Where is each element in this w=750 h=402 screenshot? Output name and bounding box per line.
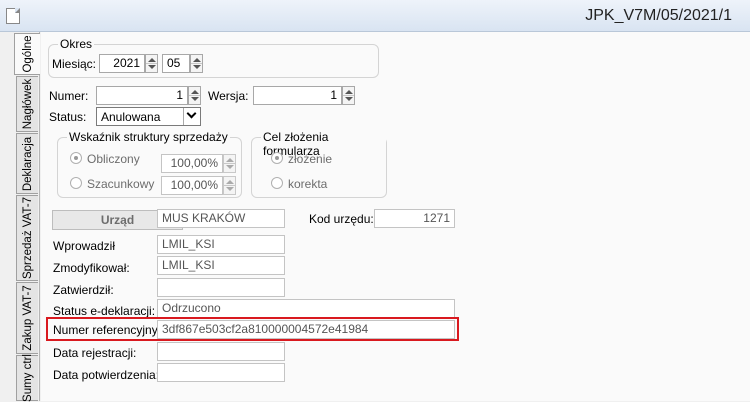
wersja-stepper[interactable] <box>342 86 355 105</box>
data-rejestracji-label: Data rejestracji: <box>53 346 137 360</box>
down-arrow-icon <box>345 97 353 101</box>
data-rejestracji-field <box>157 342 285 361</box>
down-arrow-icon <box>148 65 156 69</box>
up-arrow-icon <box>148 58 156 62</box>
numer-referencyjny-field: 3df867e503cf2a810000004572e41984 <box>157 320 455 339</box>
obliczony-radio[interactable] <box>70 152 82 164</box>
kod-urzedu-field: 1271 <box>374 209 455 228</box>
up-arrow-icon <box>345 90 353 94</box>
korekta-radio[interactable] <box>271 177 283 189</box>
up-arrow-icon <box>193 58 201 62</box>
status-select[interactable]: Anulowana <box>96 107 201 126</box>
szacunkowy-radio[interactable] <box>70 177 82 189</box>
form-content: Okres Miesiąc: 2021 05 Numer: 1 Wersja: … <box>41 32 750 401</box>
kod-urzedu-label: Kod urzędu: <box>309 212 374 226</box>
data-potwierdzenia-label: Data potwierdzenia: <box>53 368 160 382</box>
document-icon <box>6 8 20 24</box>
numer-referencyjny-label: Numer referencyjny <box>53 323 158 337</box>
status-edeklaracji-field: Odrzucono <box>157 299 455 318</box>
down-arrow-icon <box>226 165 234 169</box>
szacunkowy-label: Szacunkowy <box>87 177 155 191</box>
zlozenie-label: złożenie <box>288 152 333 166</box>
miesiac-label: Miesiąc: <box>52 57 97 71</box>
status-edeklaracji-label: Status e-deklaracji: <box>53 304 156 318</box>
zmodyfikowal-label: Zmodyfikował: <box>53 261 130 275</box>
dropdown-button[interactable] <box>183 108 200 125</box>
szacunkowy-input[interactable]: 100,00% <box>161 176 223 195</box>
up-arrow-icon <box>191 90 199 94</box>
status-label: Status: <box>49 110 87 124</box>
data-potwierdzenia-field <box>157 363 285 382</box>
wersja-label: Wersja: <box>208 89 249 103</box>
numer-stepper[interactable] <box>188 86 201 105</box>
window-title: JPK_V7M/05/2021/1 <box>585 7 732 24</box>
wersja-input[interactable]: 1 <box>253 86 342 105</box>
wprowadzil-label: Wprowadził <box>53 239 116 253</box>
zmodyfikowal-field: LMIL_KSI <box>157 256 285 275</box>
month-stepper[interactable] <box>190 54 203 73</box>
down-arrow-icon <box>191 97 199 101</box>
up-arrow-icon <box>226 158 234 162</box>
numer-label: Numer: <box>49 89 89 103</box>
korekta-label: korekta <box>288 177 328 191</box>
month-input[interactable]: 05 <box>162 54 190 73</box>
okres-group: Okres <box>48 37 379 78</box>
tab-sumy-ctrl[interactable]: Sumy ctrl <box>16 354 38 402</box>
zatwierdzil-field <box>157 278 285 297</box>
szacunkowy-stepper[interactable] <box>223 176 236 195</box>
down-arrow-icon <box>226 187 234 191</box>
title-bar: JPK_V7M/05/2021/1 <box>0 0 750 32</box>
okres-legend: Okres <box>58 37 95 51</box>
zlozenie-radio[interactable] <box>271 152 283 164</box>
wskaznik-legend: Wskaźnik struktury sprzedaży <box>67 130 230 144</box>
year-input[interactable]: 2021 <box>99 54 145 73</box>
zatwierdzil-label: Zatwierdził: <box>53 283 114 297</box>
status-value: Anulowana <box>101 110 161 124</box>
obliczony-input[interactable]: 100,00% <box>161 154 223 173</box>
urzad-name-field: MUS KRAKÓW <box>157 209 285 228</box>
obliczony-stepper[interactable] <box>223 154 236 173</box>
tab-strip: Ogólne Nagłówek Deklaracja Sprzedaż VAT-… <box>0 32 40 402</box>
chevron-down-icon <box>186 108 197 119</box>
wprowadzil-field: LMIL_KSI <box>157 235 285 254</box>
tab-deklaracja[interactable]: Deklaracja <box>16 133 38 194</box>
year-stepper[interactable] <box>145 54 158 73</box>
tab-sprzedaz-vat7[interactable]: Sprzedaż VAT-7 <box>16 195 38 281</box>
tab-naglowek[interactable]: Nagłówek <box>16 76 38 132</box>
down-arrow-icon <box>193 65 201 69</box>
numer-input[interactable]: 1 <box>96 86 188 105</box>
tab-ogolne[interactable]: Ogólne <box>14 33 40 75</box>
obliczony-label: Obliczony <box>87 152 140 166</box>
tab-zakup-vat7[interactable]: Zakup VAT-7 <box>16 282 38 354</box>
up-arrow-icon <box>226 180 234 184</box>
